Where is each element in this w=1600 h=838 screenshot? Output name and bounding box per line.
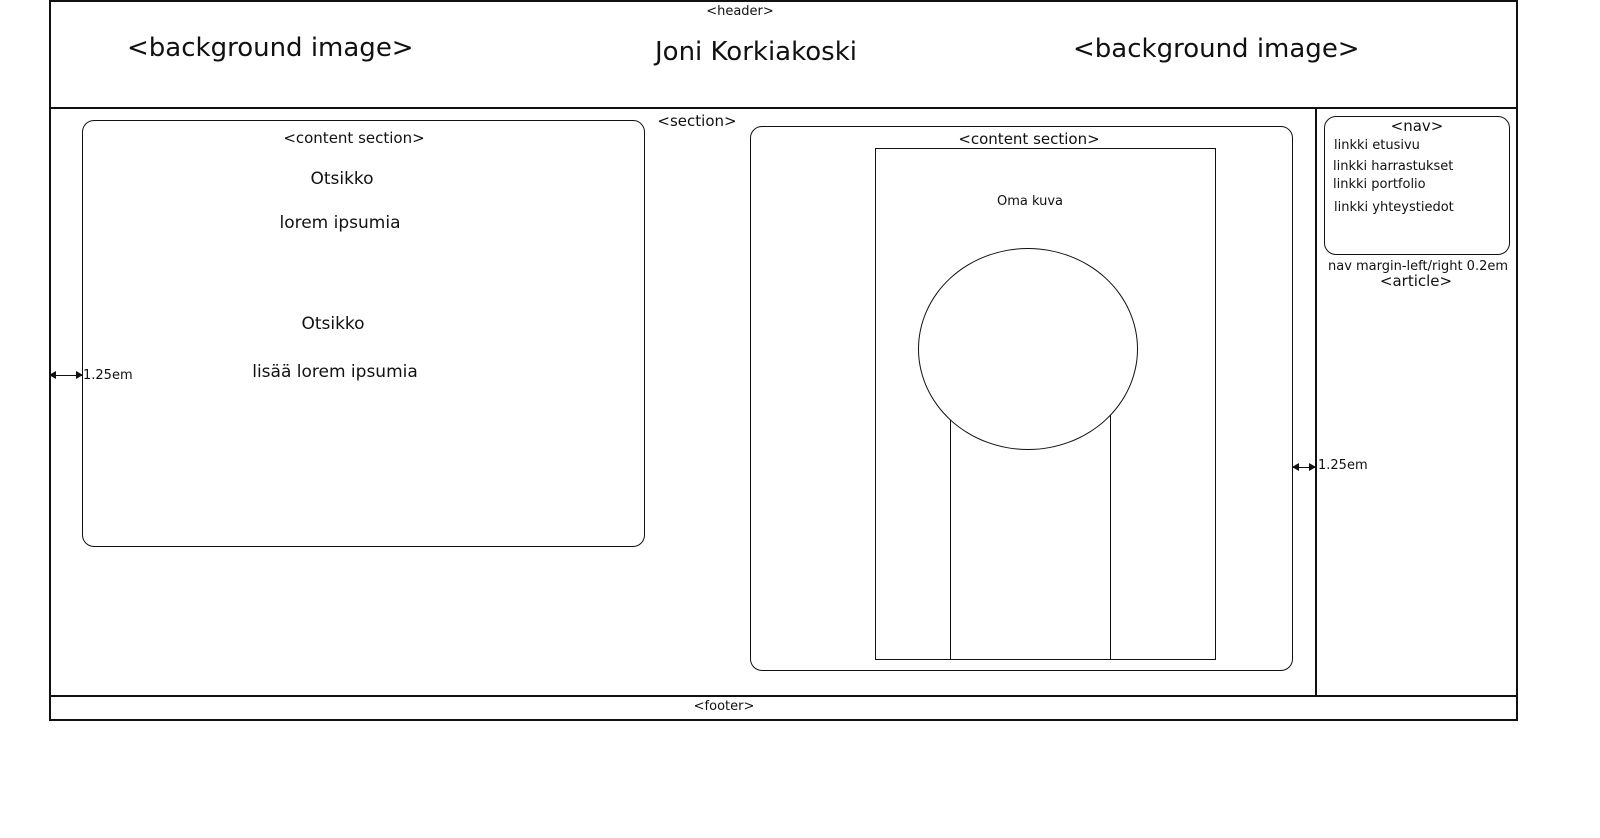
content-text-1: lorem ipsumia (279, 213, 401, 233)
figure-body-left-line (950, 400, 951, 660)
header-tag: <header> (706, 4, 774, 19)
figure-body-right-line (1110, 400, 1111, 660)
footer-divider (49, 695, 1518, 697)
content-heading-1: Otsikko (310, 169, 374, 189)
article-divider (1315, 107, 1317, 696)
nav-link-harrastukset[interactable]: linkki harrastukset (1333, 160, 1453, 173)
left-margin-label: 1.25em (83, 368, 133, 383)
right-margin-label: 1.25em (1318, 458, 1368, 473)
header-divider (49, 107, 1518, 109)
nav-link-yhteystiedot[interactable]: linkki yhteystiedot (1334, 201, 1454, 214)
content-heading-2: Otsikko (301, 314, 365, 334)
right-margin-arrow (1292, 463, 1316, 471)
footer-tag: <footer> (693, 699, 755, 714)
content-text-2: lisää lorem ipsumia (252, 362, 418, 382)
left-margin-arrow (49, 371, 83, 379)
page-title: Joni Korkiakoski (655, 37, 857, 67)
nav-tag: <nav> (1390, 117, 1444, 135)
header-bg-right: <background image> (1073, 34, 1360, 64)
image-label: Oma kuva (996, 194, 1064, 209)
content-section-left-tag: <content section> (283, 129, 425, 147)
nav-link-portfolio[interactable]: linkki portfolio (1333, 178, 1426, 191)
section-tag: <section> (657, 112, 737, 130)
content-section-right-tag: <content section> (958, 130, 1100, 148)
header-bg-left: <background image> (127, 33, 414, 63)
nav-link-etusivu[interactable]: linkki etusivu (1334, 139, 1420, 152)
article-tag: <article> (1379, 272, 1453, 290)
figure-head-circle (918, 248, 1138, 450)
